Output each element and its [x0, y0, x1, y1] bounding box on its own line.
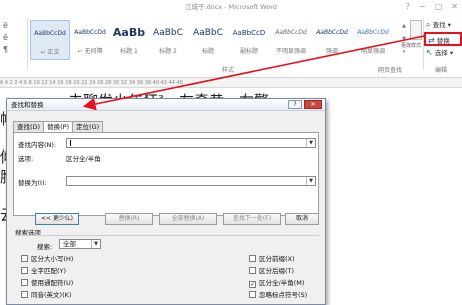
- window-title: 江城子.docx - Microsoft Word: [185, 3, 277, 11]
- pilcrow-icon[interactable]: ¶: [0, 44, 24, 56]
- select-button[interactable]: ↖ 选择 ▾: [424, 46, 462, 60]
- maximize-icon[interactable]: □: [435, 0, 443, 14]
- find-what-label: 查找内容(N):: [18, 141, 57, 149]
- help-icon[interactable]: ?: [406, 0, 410, 14]
- style-emphasis[interactable]: AaBbCcDd 强调: [312, 20, 352, 60]
- cursor-icon: ↖: [426, 48, 433, 57]
- search-direction-label: 搜索:: [37, 243, 53, 251]
- style-intense-emphasis[interactable]: AaBbCcDd 明显强调: [352, 20, 394, 60]
- paragraph-group-partial: ë ê ¶: [0, 20, 24, 56]
- replace-one-button[interactable]: 替换(R): [105, 213, 153, 225]
- dialog-title: 查找和替换: [11, 101, 44, 109]
- close-icon[interactable]: ✕: [451, 0, 458, 14]
- match-prefix-checkbox[interactable]: 区分前缀(X): [249, 255, 295, 264]
- less-options-button[interactable]: << 更少(L): [35, 213, 79, 225]
- checkbox-box[interactable]: [249, 255, 256, 262]
- style-no-spacing[interactable]: AaBbCcDd ↵ 无间隔: [70, 20, 110, 60]
- whole-word-checkbox[interactable]: 全字匹配(Y): [21, 267, 66, 276]
- replace-with-label: 替换为(I):: [18, 179, 47, 187]
- find-next-button[interactable]: 查找下一处(F): [223, 213, 281, 225]
- dialog-tabs: 查找(D) 替换(P) 定位(G): [13, 121, 104, 133]
- checkbox-box[interactable]: [21, 267, 28, 274]
- find-what-input[interactable]: ▼: [66, 138, 316, 148]
- checkbox-box[interactable]: [21, 291, 28, 298]
- checkbox-box[interactable]: [249, 267, 256, 274]
- binoculars-icon: ⌕: [426, 20, 431, 29]
- options-value: 区分全/半角: [66, 155, 101, 163]
- match-suffix-checkbox[interactable]: 区分后缀(T): [249, 267, 294, 276]
- checkmark-icon[interactable]: ✓: [249, 281, 256, 288]
- dialog-controls: ? ✕: [288, 100, 322, 109]
- dialog-close-icon[interactable]: ✕: [304, 100, 322, 109]
- options-label: 选项:: [18, 155, 34, 163]
- chevron-down-icon[interactable]: ▼: [306, 139, 315, 147]
- text-caret: [70, 140, 71, 146]
- styles-gallery: AaBbCcDd ↵ 正文 AaBbCcDd ↵ 无间隔 AaBb 标题 1 A…: [30, 20, 394, 60]
- window-titlebar: 江城子.docx - Microsoft Word ? − □ ✕: [0, 0, 462, 14]
- scroll-up-icon[interactable]: ▲: [400, 20, 408, 33]
- style-title[interactable]: AaBbC 标题: [188, 20, 228, 60]
- tab-find[interactable]: 查找(D): [13, 121, 45, 132]
- replace-with-input[interactable]: ▼: [66, 176, 316, 186]
- cancel-button[interactable]: 取消: [285, 213, 319, 225]
- replace-panel: 查找内容(N): ▼ 选项: 区分全/半角 替换为(I): ▼: [13, 132, 319, 216]
- find-button[interactable]: ⌕ 查找 ▾: [424, 18, 462, 32]
- dialog-titlebar[interactable]: 查找和替换 ? ✕: [7, 99, 325, 111]
- window-controls: ? − □ ✕: [406, 0, 458, 14]
- checkbox-box[interactable]: [249, 291, 256, 298]
- gallery-scroll[interactable]: ▲ ▼ ▾: [400, 20, 408, 60]
- replace-button[interactable]: ⇄ 替换: [424, 32, 462, 46]
- tab-goto[interactable]: 定位(G): [72, 121, 104, 132]
- style-heading-1[interactable]: AaBb 标题 1: [110, 20, 148, 60]
- style-subtitle[interactable]: AaBbCcD 副标题: [228, 20, 270, 60]
- editing-group-label: 编辑: [435, 67, 448, 74]
- search-direction-select[interactable]: 全部 ▼: [59, 239, 101, 249]
- ribbon: ë ê ¶ AaBbCcDd ↵ 正文 AaBbCcDd ↵ 无间隔 AaBb …: [0, 14, 462, 78]
- minimize-icon[interactable]: −: [419, 0, 426, 14]
- style-subtle-emphasis[interactable]: AaBbCcDd 不明显强调: [270, 20, 312, 60]
- replace-all-button[interactable]: 全部替换(A): [159, 213, 217, 225]
- ruler-ticks: 6 4 2 2 4 6 8 10 12 14 16 18 20 22 24 26…: [0, 80, 183, 86]
- change-styles-button[interactable]: 更改样式: [401, 20, 424, 49]
- style-heading-2[interactable]: AaBbC 标题 2: [148, 20, 188, 60]
- sounds-like-checkbox[interactable]: 同音(英文)(K): [21, 291, 71, 300]
- page-effects-label: 网页查找: [378, 67, 403, 74]
- wildcards-checkbox[interactable]: 使用通配符(U): [21, 279, 73, 288]
- horizontal-ruler[interactable]: 6 4 2 2 4 6 8 10 12 14 16 18 20 22 24 26…: [0, 78, 462, 88]
- group-divider: [27, 18, 28, 70]
- editing-group: ⌕ 查找 ▾ ⇄ 替换 ↖ 选择 ▾: [424, 18, 462, 66]
- checkbox-box[interactable]: [21, 279, 28, 286]
- change-styles-icon: [410, 20, 422, 40]
- match-width-checkbox[interactable]: ✓ 区分全/半角(M): [249, 279, 304, 288]
- checkbox-box[interactable]: [21, 255, 28, 262]
- styles-group-label: 样式: [222, 67, 235, 74]
- chevron-down-icon[interactable]: ▼: [91, 240, 100, 248]
- dialog-help-icon[interactable]: ?: [288, 100, 302, 109]
- match-case-checkbox[interactable]: 区分大小写(H): [21, 255, 73, 264]
- chevron-down-icon[interactable]: ▼: [306, 177, 315, 185]
- border-icon[interactable]: ê: [0, 32, 24, 44]
- find-replace-dialog: 查找和替换 ? ✕ 查找(D) 替换(P) 定位(G) 查找内容(N): ▼ 选…: [6, 98, 326, 305]
- style-normal[interactable]: AaBbCcDd ↵ 正文: [30, 20, 70, 60]
- sort-icon[interactable]: ë: [0, 20, 24, 32]
- section-divider: [15, 235, 319, 236]
- ignore-punctuation-checkbox[interactable]: 忽略标点符号(S): [249, 291, 307, 300]
- replace-icon: ⇄: [428, 36, 435, 45]
